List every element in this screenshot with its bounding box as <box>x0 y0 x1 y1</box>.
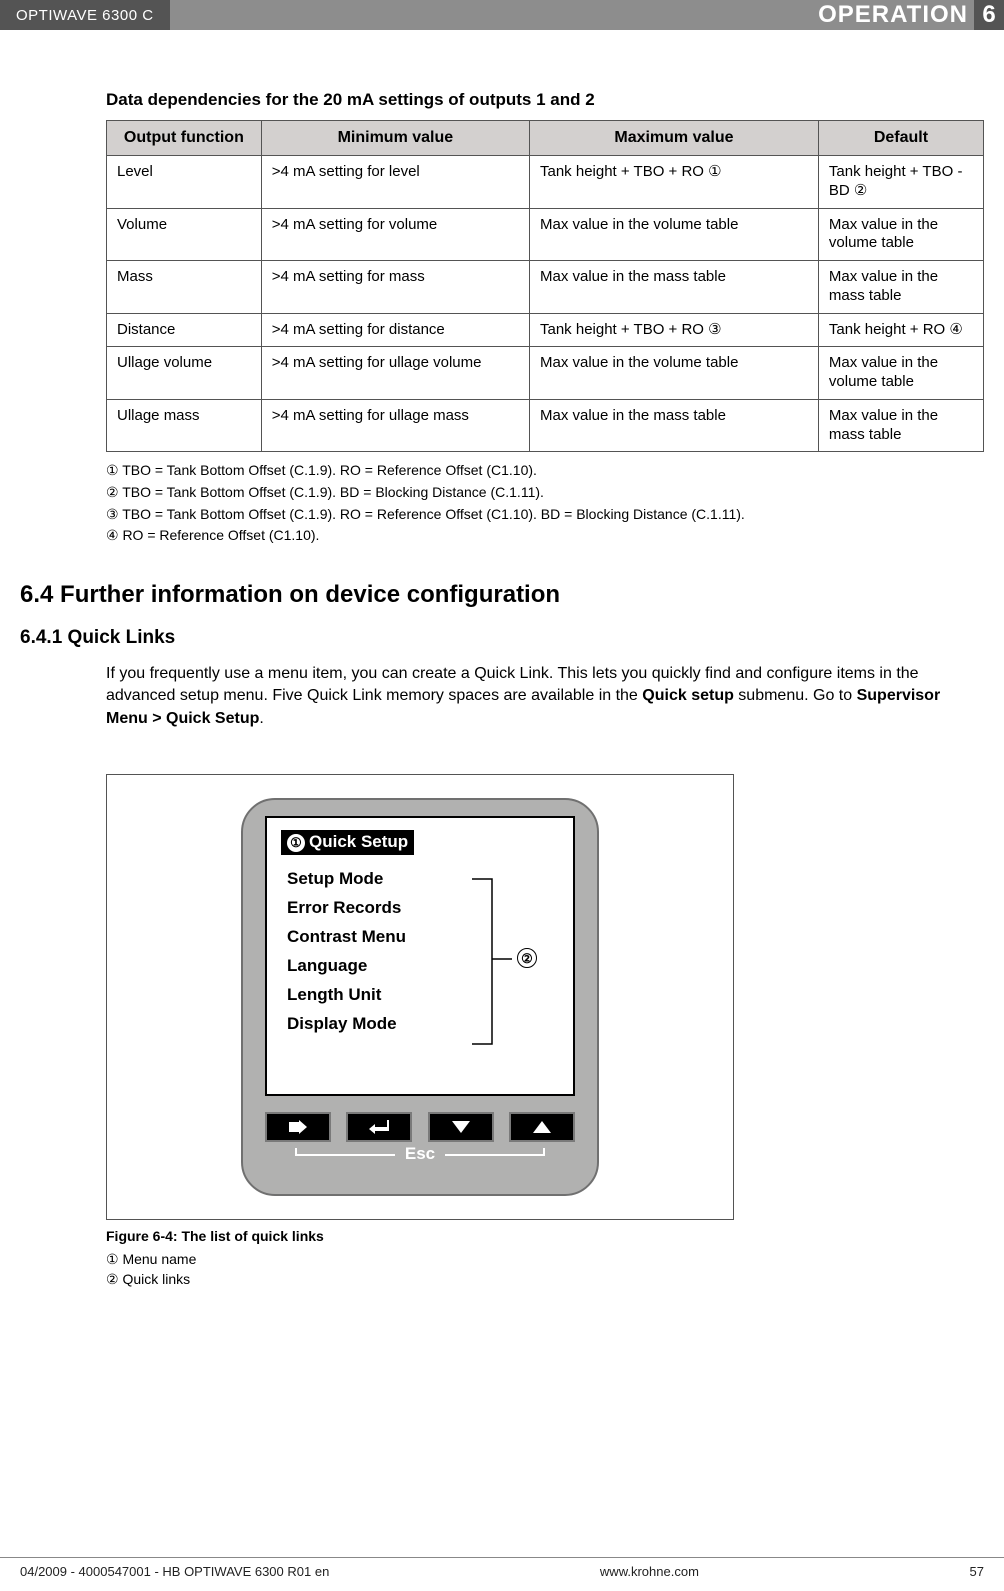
table-title: Data dependencies for the 20 mA settings… <box>106 90 984 110</box>
body-text: . <box>259 710 263 727</box>
bracket-icon <box>472 874 520 1054</box>
table-row: Ullage volume >4 mA setting for ullage v… <box>107 347 984 400</box>
product-tab: OPTIWAVE 6300 C <box>0 0 170 30</box>
product-name: OPTIWAVE 6300 C <box>16 7 154 24</box>
cell-fn: Level <box>107 156 262 209</box>
nav-up-button[interactable] <box>509 1112 575 1142</box>
cell-def: Max value in the volume table <box>818 347 983 400</box>
figure-note: ① Menu name <box>106 1250 984 1270</box>
footnote: ① TBO = Tank Bottom Offset (C.1.9). RO =… <box>106 460 984 482</box>
th-output-function: Output function <box>107 121 262 156</box>
cell-fn: Ullage mass <box>107 399 262 452</box>
cell-min: >4 mA setting for level <box>261 156 529 209</box>
arrow-up-icon <box>533 1121 551 1133</box>
footer-center: www.krohne.com <box>600 1564 699 1579</box>
section-heading-641: 6.4.1 Quick Links <box>20 627 984 649</box>
table-footnotes: ① TBO = Tank Bottom Offset (C.1.9). RO =… <box>106 460 984 547</box>
footer-left: 04/2009 - 4000547001 - HB OPTIWAVE 6300 … <box>20 1564 329 1579</box>
cell-min: >4 mA setting for distance <box>261 313 529 347</box>
table-row: Ullage mass >4 mA setting for ullage mas… <box>107 399 984 452</box>
nav-button-row <box>265 1112 575 1142</box>
esc-line-icon <box>295 1154 395 1156</box>
cell-max: Max value in the volume table <box>530 208 819 261</box>
table-row: Level >4 mA setting for level Tank heigh… <box>107 156 984 209</box>
footer-page-number: 57 <box>970 1564 984 1579</box>
footnote: ③ TBO = Tank Bottom Offset (C.1.9). RO =… <box>106 504 984 526</box>
cell-max: Max value in the mass table <box>530 399 819 452</box>
nav-right-button[interactable] <box>265 1112 331 1142</box>
page-content: Data dependencies for the 20 mA settings… <box>0 30 1004 1289</box>
body-text: submenu. Go to <box>734 687 857 704</box>
cell-max: Tank height + TBO + RO ③ <box>530 313 819 347</box>
footnote: ④ RO = Reference Offset (C1.10). <box>106 525 984 547</box>
cell-def: Tank height + RO ④ <box>818 313 983 347</box>
arrow-right-icon <box>289 1120 307 1134</box>
figure-note: ② Quick links <box>106 1270 984 1290</box>
cell-def: Tank height + TBO - BD ② <box>818 156 983 209</box>
device-screen: ①Quick Setup Setup Mode Error Records Co… <box>265 816 575 1096</box>
screen-title-bar: ①Quick Setup <box>281 830 414 855</box>
section-heading-64: 6.4 Further information on device config… <box>20 581 984 609</box>
cell-def: Max value in the mass table <box>818 399 983 452</box>
cell-fn: Volume <box>107 208 262 261</box>
cell-max: Max value in the volume table <box>530 347 819 400</box>
header-right: OPERATION 6 <box>818 0 1004 30</box>
screen-title: Quick Setup <box>309 832 408 851</box>
enter-icon <box>369 1120 389 1134</box>
figure-6-4: ①Quick Setup Setup Mode Error Records Co… <box>106 774 734 1220</box>
cell-def: Max value in the volume table <box>818 208 983 261</box>
table-row: Volume >4 mA setting for volume Max valu… <box>107 208 984 261</box>
chapter-number: 6 <box>974 0 1004 30</box>
table-header-row: Output function Minimum value Maximum va… <box>107 121 984 156</box>
table-row: Mass >4 mA setting for mass Max value in… <box>107 261 984 314</box>
body-bold: Quick setup <box>642 687 734 704</box>
page-header: OPTIWAVE 6300 C OPERATION 6 <box>0 0 1004 30</box>
esc-bar: Esc <box>265 1144 575 1164</box>
figure-notes: ① Menu name ② Quick links <box>106 1250 984 1289</box>
cell-fn: Mass <box>107 261 262 314</box>
nav-down-button[interactable] <box>428 1112 494 1142</box>
cell-min: >4 mA setting for ullage volume <box>261 347 529 400</box>
cell-min: >4 mA setting for mass <box>261 261 529 314</box>
esc-line-icon <box>445 1154 545 1156</box>
section-title: OPERATION <box>818 1 968 29</box>
device-display: ①Quick Setup Setup Mode Error Records Co… <box>241 798 599 1196</box>
cell-def: Max value in the mass table <box>818 261 983 314</box>
nav-enter-button[interactable] <box>346 1112 412 1142</box>
th-maximum: Maximum value <box>530 121 819 156</box>
page-footer: 04/2009 - 4000547001 - HB OPTIWAVE 6300 … <box>0 1557 1004 1579</box>
cell-fn: Ullage volume <box>107 347 262 400</box>
cell-max: Tank height + TBO + RO ① <box>530 156 819 209</box>
cell-max: Max value in the mass table <box>530 261 819 314</box>
dependencies-table: Output function Minimum value Maximum va… <box>106 120 984 452</box>
arrow-down-icon <box>452 1121 470 1133</box>
body-paragraph: If you frequently use a menu item, you c… <box>106 663 984 730</box>
esc-label: Esc <box>399 1144 441 1164</box>
cell-min: >4 mA setting for ullage mass <box>261 399 529 452</box>
th-default: Default <box>818 121 983 156</box>
footnote: ② TBO = Tank Bottom Offset (C.1.9). BD =… <box>106 482 984 504</box>
table-row: Distance >4 mA setting for distance Tank… <box>107 313 984 347</box>
cell-fn: Distance <box>107 313 262 347</box>
th-minimum: Minimum value <box>261 121 529 156</box>
cell-min: >4 mA setting for volume <box>261 208 529 261</box>
marker-1-icon: ① <box>287 834 305 852</box>
figure-caption: Figure 6-4: The list of quick links <box>106 1228 984 1244</box>
